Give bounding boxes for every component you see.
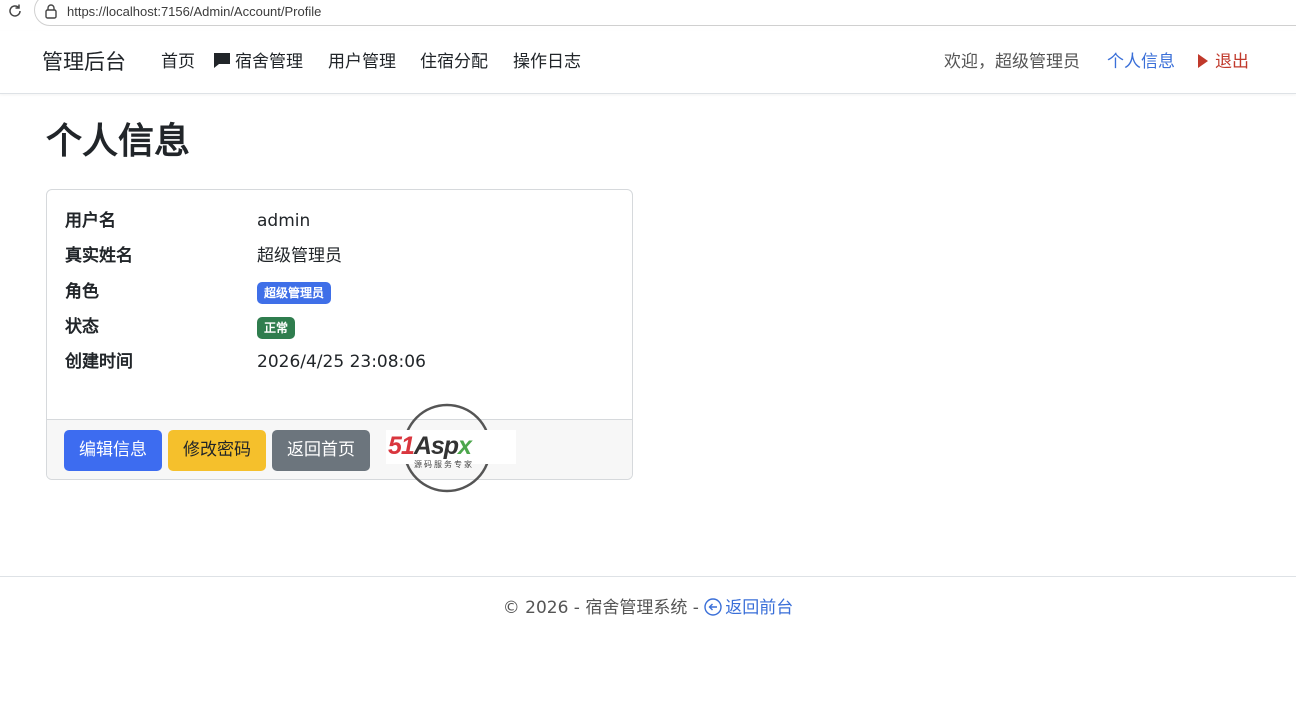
watermark-logo: 51Aspx 源码服务专家 (386, 402, 516, 494)
profile-card-footer: 编辑信息 修改密码 返回首页 (47, 419, 632, 479)
row-label: 创建时间 (65, 352, 133, 372)
row-value: 超级管理员 (257, 280, 332, 304)
row-label: 用户名 (65, 211, 116, 231)
row-label: 角色 (65, 282, 99, 302)
watermark-subtitle: 源码服务专家 (414, 460, 474, 469)
top-navbar: 管理后台 首页 宿舍管理 用户管理 住宿分配 操作日志 欢迎，超级管理员 个人信… (0, 31, 1296, 94)
chat-bubble-icon (213, 52, 231, 76)
nav-link-dorm[interactable]: 宿舍管理 (213, 51, 303, 76)
footer-divider (0, 576, 1296, 577)
url-text[interactable]: https://localhost:7156/Admin/Account/Pro… (67, 3, 321, 20)
nav-link-label: 首页 (161, 52, 195, 72)
nav-link-label: 操作日志 (513, 52, 581, 72)
footer-copyright: © 2026 - 宿舍管理系统 - (502, 598, 705, 618)
arrow-left-circle-icon (704, 598, 722, 623)
nav-link-users[interactable]: 用户管理 (328, 51, 396, 74)
row-label: 真实姓名 (65, 246, 133, 266)
nav-link-logs[interactable]: 操作日志 (513, 51, 581, 74)
nav-link-allocation[interactable]: 住宿分配 (420, 51, 488, 74)
browser-address-bar: https://localhost:7156/Admin/Account/Pro… (0, 0, 1296, 30)
profile-row-role: 角色 超级管理员 (65, 280, 615, 304)
row-label: 状态 (65, 317, 99, 337)
profile-row-created: 创建时间 2026/4/25 23:08:06 (65, 350, 615, 374)
profile-row-username: 用户名 admin (65, 209, 615, 233)
lock-icon[interactable] (44, 3, 58, 19)
reload-icon[interactable] (6, 3, 24, 21)
status-badge: 正常 (257, 317, 296, 339)
profile-row-realname: 真实姓名 超级管理员 (65, 244, 615, 268)
role-badge: 超级管理员 (257, 282, 332, 304)
watermark-text: 51Aspx (388, 432, 472, 460)
navbar-brand[interactable]: 管理后台 (42, 48, 126, 76)
page-footer: © 2026 - 宿舍管理系统 - 返回前台 (0, 597, 1296, 623)
logout-label: 退出 (1215, 52, 1249, 72)
row-value: admin (257, 211, 311, 231)
watermark-text-dark: Asp (413, 432, 459, 460)
profile-row-status: 状态 正常 (65, 315, 615, 339)
back-to-frontend-label: 返回前台 (725, 598, 794, 618)
profile-link[interactable]: 个人信息 (1107, 51, 1175, 74)
page-title: 个人信息 (46, 121, 191, 162)
row-value: 正常 (257, 315, 296, 339)
back-to-frontend-link[interactable]: 返回前台 (704, 598, 793, 618)
nav-link-label: 宿舍管理 (235, 52, 303, 72)
logout-link[interactable]: 退出 (1198, 51, 1249, 74)
play-triangle-icon (1198, 54, 1208, 68)
watermark-text-green: x (458, 432, 472, 460)
edit-info-button[interactable]: 编辑信息 (64, 430, 162, 471)
back-home-button[interactable]: 返回首页 (272, 430, 370, 471)
nav-link-label: 用户管理 (328, 52, 396, 72)
change-password-button[interactable]: 修改密码 (168, 430, 266, 471)
profile-card-body: 用户名 admin 真实姓名 超级管理员 角色 超级管理员 状态 正常 创建时间… (47, 190, 632, 419)
nav-link-label: 住宿分配 (420, 52, 488, 72)
row-value: 2026/4/25 23:08:06 (257, 352, 426, 372)
welcome-text: 欢迎，超级管理员 (944, 52, 1080, 72)
watermark-text-red: 51 (388, 432, 415, 460)
nav-link-home[interactable]: 首页 (161, 51, 195, 74)
profile-card: 用户名 admin 真实姓名 超级管理员 角色 超级管理员 状态 正常 创建时间… (46, 189, 633, 480)
row-value: 超级管理员 (257, 246, 342, 266)
